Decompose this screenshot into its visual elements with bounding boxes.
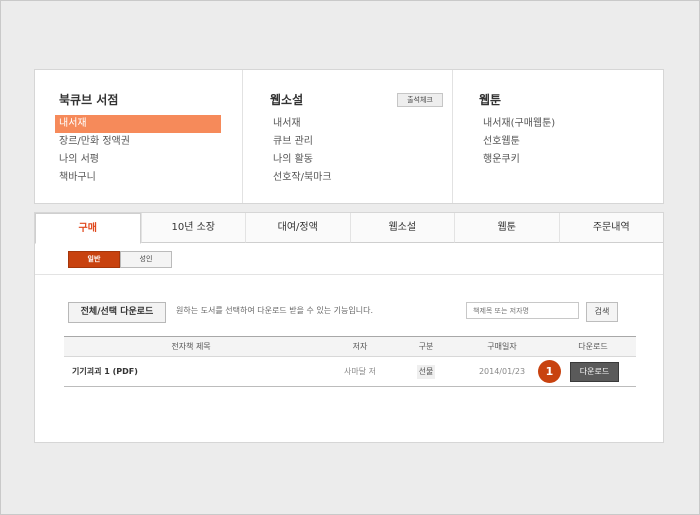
library-tabs: 구매 10년 소장 대여/정액 웹소설 웹툰 주문내역 [35, 213, 663, 244]
tab-webnovel[interactable]: 웹소설 [349, 213, 454, 243]
subtab-adult[interactable]: 성인 [120, 251, 172, 268]
purchase-type: 선물 [398, 357, 454, 386]
menu-item-favorites-bookmarks[interactable]: 선호작/북마크 [269, 169, 332, 187]
search-button[interactable]: 검색 [586, 302, 618, 322]
bookstore-menu-list: 내서재 장르/만화 정액권 나의 서평 책바구니 [55, 115, 221, 187]
header-date: 구매일자 [487, 342, 517, 351]
webnovel-title: 웹소설 [270, 93, 304, 107]
menu-item-cart[interactable]: 책바구니 [55, 169, 221, 187]
tab-purchase[interactable]: 구매 [35, 213, 141, 244]
menu-item-my-library[interactable]: 내서재 [55, 115, 221, 133]
webtoon-menu-column: 웹툰 내서재(구매웹툰) 선호웹툰 행운쿠키 [452, 70, 664, 203]
subtab-general[interactable]: 일반 [68, 251, 120, 268]
my-library-menu: 북큐브 서점 내서재 장르/만화 정액권 나의 서평 책바구니 웹소설 출석체크… [34, 69, 664, 204]
tab-10year-ownership[interactable]: 10년 소장 [140, 213, 245, 243]
ebook-table: 전자책 제목 저자 구분 구매일자 다운로드 기기괴괴 1 (PDF) 사마달 … [64, 336, 636, 387]
menu-item-my-reviews[interactable]: 나의 서평 [55, 151, 221, 169]
header-title: 전자책 제목 [171, 342, 211, 351]
menu-item-genre-pass[interactable]: 장르/만화 정액권 [55, 133, 221, 151]
webtoon-title: 웹툰 [479, 93, 502, 107]
download-button[interactable]: 다운로드 [570, 362, 619, 382]
bookstore-menu-column: 북큐브 서점 내서재 장르/만화 정액권 나의 서평 책바구니 [35, 70, 242, 203]
webnovel-menu-column: 웹소설 출석체크 내서재 큐브 관리 나의 활동 선호작/북마크 [242, 70, 453, 203]
content-rating-subtabs: 일반 성인 [68, 251, 172, 268]
table-header: 전자책 제목 저자 구분 구매일자 다운로드 [64, 336, 636, 357]
book-title[interactable]: 기기괴괴 1 (PDF) [72, 357, 326, 386]
library-content-panel: 구매 10년 소장 대여/정액 웹소설 웹툰 주문내역 일반 성인 전체/선택 … [34, 212, 664, 443]
tab-webtoon[interactable]: 웹툰 [454, 213, 559, 243]
menu-item-lucky-cookie[interactable]: 행운쿠키 [479, 151, 555, 169]
purchase-date: 2014/01/23 [478, 367, 526, 376]
attendance-check-button[interactable]: 출석체크 [397, 93, 443, 107]
section-divider [35, 274, 663, 275]
menu-item-cube-manage[interactable]: 큐브 관리 [269, 133, 332, 151]
download-description: 원하는 도서를 선택하여 다운로드 받을 수 있는 기능입니다. [176, 306, 373, 315]
menu-item-webnovel-library[interactable]: 내서재 [269, 115, 332, 133]
webnovel-menu-list: 내서재 큐브 관리 나의 활동 선호작/북마크 [269, 115, 332, 187]
header-type: 구분 [418, 342, 434, 351]
search-input[interactable] [466, 302, 579, 319]
download-all-button[interactable]: 전체/선택 다운로드 [68, 302, 166, 323]
menu-item-webtoon-library[interactable]: 내서재(구매웹툰) [479, 115, 555, 133]
header-author: 저자 [352, 342, 368, 351]
menu-item-favorite-webtoons[interactable]: 선호웹툰 [479, 133, 555, 151]
webtoon-menu-list: 내서재(구매웹툰) 선호웹툰 행운쿠키 [479, 115, 555, 169]
callout-number-marker: 1 [538, 360, 561, 383]
book-author: 사마달 저 [344, 367, 376, 376]
menu-item-my-activity[interactable]: 나의 활동 [269, 151, 332, 169]
tab-order-history[interactable]: 주문내역 [558, 213, 663, 243]
tab-rental-pass[interactable]: 대여/정액 [245, 213, 350, 243]
header-download: 다운로드 [578, 342, 608, 351]
bookstore-title: 북큐브 서점 [59, 93, 119, 107]
table-row: 기기괴괴 1 (PDF) 사마달 저 선물 2014/01/23 1 다운로드 [64, 357, 636, 387]
purchase-type-badge: 선물 [416, 365, 436, 379]
